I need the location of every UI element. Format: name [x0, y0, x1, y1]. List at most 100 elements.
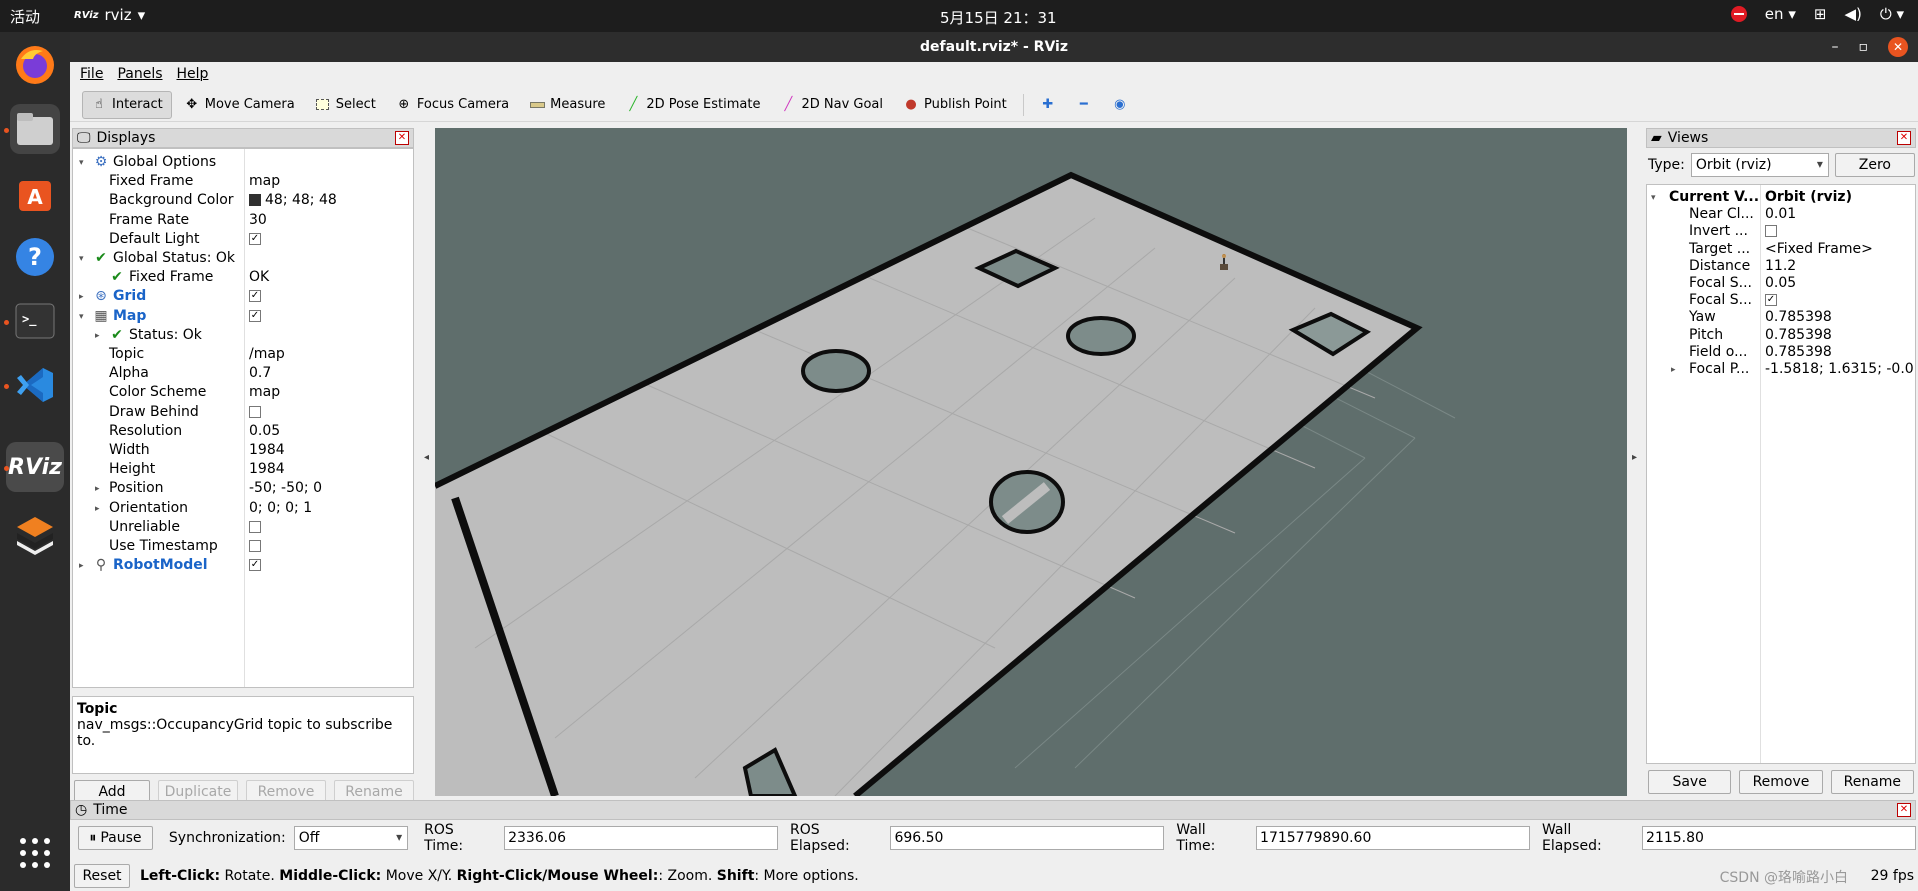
display-row-value[interactable]	[249, 537, 261, 556]
power-icon[interactable]: ⏻ ▾	[1880, 5, 1904, 23]
rename-view-button[interactable]: Rename	[1830, 770, 1914, 794]
checkbox-checked[interactable]: ✓	[249, 559, 261, 572]
checkbox-unchecked[interactable]	[249, 520, 261, 533]
collapse-left-icon[interactable]: ◂	[424, 452, 429, 463]
menu-file[interactable]: File	[80, 66, 103, 82]
color-swatch[interactable]	[249, 194, 261, 207]
expand-closed-icon[interactable]: ▸	[95, 327, 100, 346]
view-row[interactable]: Focal S... 0.05	[1647, 275, 1915, 292]
checkbox-unchecked[interactable]	[249, 405, 261, 418]
display-row[interactable]: ✔ Fixed Frame OK	[73, 268, 413, 287]
activities-button[interactable]: 活动	[10, 6, 40, 27]
3d-viewport[interactable]	[435, 128, 1627, 796]
wall-elapsed-field[interactable]: 2115.80	[1642, 826, 1916, 850]
view-type-select[interactable]: Orbit (rviz)	[1690, 153, 1829, 177]
display-row[interactable]: Use Timestamp	[73, 537, 413, 556]
checkbox-unchecked[interactable]	[1765, 225, 1777, 238]
expand-closed-icon[interactable]: ▸	[1671, 362, 1676, 379]
display-row[interactable]: Color Scheme map	[73, 383, 413, 402]
close-icon[interactable]: ✕	[1888, 37, 1908, 57]
view-row[interactable]: Target ... <Fixed Frame>	[1647, 241, 1915, 258]
expand-closed-icon[interactable]: ▸	[79, 288, 84, 307]
ros-time-field[interactable]: 2336.06	[504, 826, 779, 850]
display-row[interactable]: ▸ Position -50; -50; 0	[73, 479, 413, 498]
display-row-value[interactable]: ✓	[249, 556, 261, 575]
display-row-value[interactable]: ✓	[249, 307, 261, 326]
rviz-icon[interactable]: RViz	[6, 442, 64, 492]
display-row[interactable]: Alpha 0.7	[73, 364, 413, 383]
help-icon[interactable]: ?	[10, 232, 60, 282]
view-row[interactable]: Invert ...	[1647, 223, 1915, 240]
view-row[interactable]: Distance 11.2	[1647, 258, 1915, 275]
software-center-icon[interactable]: A	[10, 168, 60, 218]
display-row[interactable]: Unreliable	[73, 518, 413, 537]
display-row-value[interactable]	[249, 403, 261, 422]
minimize-icon[interactable]: –	[1832, 32, 1839, 62]
remove-view-button[interactable]: Remove	[1739, 770, 1823, 794]
display-row[interactable]: Width 1984	[73, 441, 413, 460]
volume-icon[interactable]: ◀)	[1844, 5, 1861, 23]
view-row[interactable]: Field o... 0.785398	[1647, 344, 1915, 361]
sync-select[interactable]: Off	[293, 826, 409, 850]
view-row[interactable]: Focal S... ✓	[1647, 292, 1915, 309]
view-row[interactable]: ▾ Current V... Orbit (rviz)	[1647, 189, 1915, 206]
tool-2d-nav-goal[interactable]: ╱ 2D Nav Goal	[772, 91, 891, 119]
collapse-right-icon[interactable]: ▸	[1632, 452, 1637, 463]
display-row[interactable]: ▾ ▦ Map ✓	[73, 307, 413, 326]
close-panel-icon[interactable]: ✕	[1897, 803, 1911, 817]
terminal-icon[interactable]: >_	[10, 296, 60, 346]
display-row[interactable]: ▸ Orientation 0; 0; 0; 1	[73, 499, 413, 518]
wall-time-field[interactable]: 1715779890.60	[1256, 826, 1530, 850]
display-row[interactable]: Topic/map	[73, 345, 413, 364]
network-icon[interactable]: ⊞	[1814, 5, 1827, 23]
display-row[interactable]: ▸ ✔ Status: Ok	[73, 326, 413, 345]
close-panel-icon[interactable]: ✕	[395, 131, 409, 145]
clock[interactable]: 5月15日 21：31	[940, 7, 1057, 28]
display-row[interactable]: Draw Behind	[73, 403, 413, 422]
view-row-value[interactable]	[1765, 223, 1777, 240]
checkbox-checked[interactable]: ✓	[249, 309, 261, 322]
zero-button[interactable]: Zero	[1834, 153, 1915, 177]
expand-open-icon[interactable]: ▾	[79, 308, 84, 327]
display-row[interactable]: Background Color 48; 48; 48	[73, 191, 413, 210]
display-row[interactable]: Default Light ✓	[73, 230, 413, 249]
view-row-value[interactable]: ✓	[1765, 292, 1777, 309]
expand-closed-icon[interactable]: ▸	[95, 500, 100, 519]
display-row-value[interactable]: ✓	[249, 287, 261, 306]
checkbox-checked[interactable]: ✓	[1765, 294, 1777, 307]
expand-closed-icon[interactable]: ▸	[95, 480, 100, 499]
checkbox-unchecked[interactable]	[249, 540, 261, 552]
tool-select[interactable]: Select	[307, 91, 384, 119]
tool-publish-point[interactable]: ● Publish Point	[895, 91, 1015, 119]
view-options-button[interactable]: ◉	[1104, 91, 1136, 119]
save-button[interactable]: Save	[1648, 770, 1732, 794]
expand-open-icon[interactable]: ▾	[79, 154, 84, 173]
display-row[interactable]: Frame Rate 30	[73, 211, 413, 230]
tool-interact[interactable]: ☝ Interact	[82, 90, 172, 119]
firefox-icon[interactable]	[10, 40, 60, 90]
display-row-value[interactable]	[249, 518, 261, 537]
display-row[interactable]: ▾ ⚙ Global Options	[73, 153, 413, 172]
view-row[interactable]: Yaw 0.785398	[1647, 309, 1915, 326]
tool-measure[interactable]: Measure	[521, 91, 613, 119]
display-row[interactable]: Resolution 0.05	[73, 422, 413, 441]
display-row-value[interactable]: ✓	[249, 230, 261, 249]
display-row[interactable]: ▾ ✔ Global Status: Ok	[73, 249, 413, 268]
reset-button[interactable]: Reset	[74, 864, 130, 888]
checkbox-checked[interactable]: ✓	[249, 232, 261, 245]
expand-closed-icon[interactable]: ▸	[79, 557, 84, 576]
tool-2d-pose-estimate[interactable]: ╱ 2D Pose Estimate	[617, 91, 768, 119]
view-row[interactable]: ▸ Focal P... -1.5818; 1.6315; -0.0...	[1647, 361, 1915, 378]
menu-help[interactable]: Help	[177, 66, 209, 82]
maximize-icon[interactable]: ▫	[1859, 32, 1869, 62]
remove-tool-button[interactable]: ━	[1068, 91, 1100, 119]
language-indicator[interactable]: en ▾	[1765, 5, 1796, 23]
display-row[interactable]: Fixed Frame map	[73, 172, 413, 191]
app-menu[interactable]: RViz rviz ▾	[74, 6, 145, 24]
do-not-disturb-icon[interactable]	[1730, 6, 1747, 22]
view-row[interactable]: Near Cl... 0.01	[1647, 206, 1915, 223]
vscode-icon[interactable]	[10, 360, 60, 410]
expand-open-icon[interactable]: ▾	[1651, 190, 1656, 207]
close-panel-icon[interactable]: ✕	[1897, 131, 1911, 145]
tool-move-camera[interactable]: ✥ Move Camera	[176, 91, 303, 119]
